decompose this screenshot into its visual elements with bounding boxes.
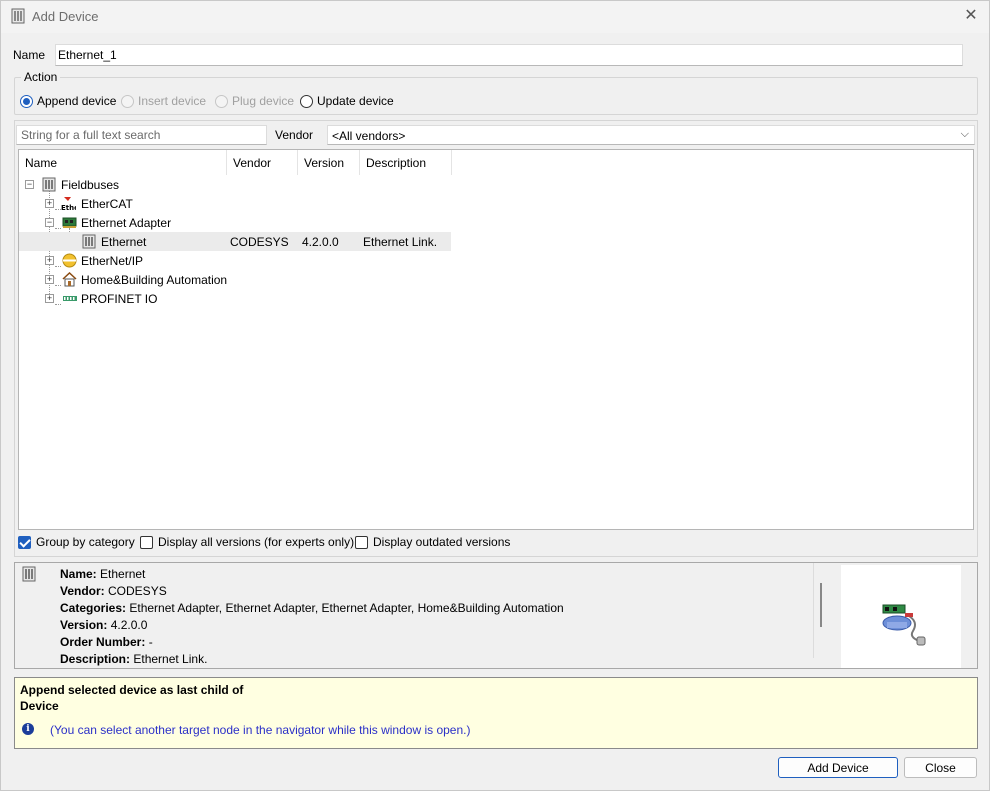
tree-row-selected[interactable]: Ethernet CODESYS 4.2.0.0 Ethernet Link.	[19, 232, 451, 251]
tree-item-label: Home&Building Automation	[81, 273, 228, 287]
info-description: Description: Ethernet Link.	[60, 652, 208, 666]
ethercat-icon: EtherCAT	[61, 197, 76, 211]
collapse-icon[interactable]: −	[25, 180, 34, 189]
name-label: Name	[13, 48, 46, 62]
column-header-version[interactable]: Version	[298, 150, 360, 175]
tree-item-label: EtherCAT	[81, 197, 133, 211]
device-icon	[11, 8, 25, 24]
tree-item-version: 4.2.0.0	[302, 235, 339, 249]
collapse-icon[interactable]: −	[45, 218, 54, 227]
tree-item-label: Fieldbuses	[61, 178, 120, 192]
action-group: Action Append device Insert device Plug …	[14, 70, 978, 115]
info-scrollbar-thumb[interactable]	[820, 583, 822, 627]
append-hint-panel: Append selected device as last child of …	[14, 677, 978, 749]
radio-selected-icon	[20, 94, 33, 108]
update-device-radio[interactable]: Update device	[300, 94, 394, 108]
profinet-icon	[63, 296, 77, 301]
action-legend: Action	[21, 70, 61, 84]
vendor-selected-value: <All vendors>	[332, 129, 406, 143]
radio-disabled-icon	[215, 94, 228, 108]
vendor-select[interactable]: <All vendors> ⌵	[327, 125, 975, 145]
add-device-dialog: Add Device ✕ Name Action Append device I…	[0, 0, 990, 791]
checkbox-checked-icon	[18, 535, 31, 549]
tree-item-vendor: CODESYS	[230, 235, 289, 249]
close-icon[interactable]: ✕	[963, 7, 979, 25]
tree-row[interactable]: + PROFINET IO	[19, 289, 451, 308]
append-device-radio[interactable]: Append device	[20, 94, 116, 108]
info-scrollbar-track[interactable]	[813, 563, 814, 658]
device-icon	[22, 566, 36, 582]
tree-row[interactable]: − Fieldbuses	[19, 175, 451, 194]
tree-item-label: EtherNet/IP	[81, 254, 144, 268]
radio-disabled-icon	[121, 94, 134, 108]
hint-line-2: Device	[20, 699, 59, 713]
tree-item-description: Ethernet Link.	[363, 235, 438, 249]
home-icon	[62, 272, 77, 287]
info-name: Name: Ethernet	[60, 567, 146, 581]
checkbox-icon	[355, 535, 368, 549]
chevron-down-icon: ⌵	[960, 128, 969, 140]
group-by-category-checkbox[interactable]: Group by category	[18, 535, 135, 549]
device-tree[interactable]: Name Vendor Version Description − Fieldb…	[18, 149, 974, 530]
tree-row[interactable]: − Ethernet Adapter	[19, 213, 451, 232]
info-icon: i	[22, 723, 34, 735]
ethernetip-icon	[62, 253, 77, 268]
tree-item-label: PROFINET IO	[81, 292, 158, 306]
info-order-number: Order Number: -	[60, 635, 153, 649]
device-preview-image	[841, 565, 961, 668]
tree-item-label: Ethernet	[101, 235, 147, 249]
close-button[interactable]: Close	[904, 757, 977, 778]
checkbox-icon	[140, 535, 153, 549]
tree-row[interactable]: + EtherCAT EtherCAT	[19, 194, 451, 213]
column-header-description[interactable]: Description	[360, 150, 452, 175]
tree-item-label: Ethernet Adapter	[81, 216, 172, 230]
svg-text:EtherCAT: EtherCAT	[61, 204, 76, 211]
name-input[interactable]	[55, 44, 963, 66]
expand-icon[interactable]: +	[45, 275, 54, 284]
ethernet-adapter-icon	[62, 217, 77, 228]
column-header-name[interactable]: Name	[19, 150, 227, 175]
hint-line-1: Append selected device as last child of	[20, 683, 244, 697]
add-device-button[interactable]: Add Device	[778, 757, 898, 778]
expand-icon[interactable]: +	[45, 294, 54, 303]
tree-row[interactable]: + Home&Building Automation	[19, 270, 451, 289]
info-categories: Categories: Ethernet Adapter, Ethernet A…	[60, 601, 564, 615]
plug-device-radio[interactable]: Plug device	[215, 94, 294, 108]
display-all-versions-checkbox[interactable]: Display all versions (for experts only)	[140, 535, 354, 549]
vendor-label: Vendor	[275, 128, 314, 142]
device-icon	[82, 234, 96, 249]
info-vendor: Vendor: CODESYS	[60, 584, 167, 598]
network-card-icon	[882, 604, 926, 646]
radio-icon	[300, 94, 313, 108]
window-title: Add Device	[32, 9, 99, 24]
fieldbus-icon	[42, 177, 56, 192]
search-input[interactable]	[16, 125, 267, 145]
expand-icon[interactable]: +	[45, 199, 54, 208]
title-bar: Add Device ✕	[1, 1, 989, 33]
column-header-vendor[interactable]: Vendor	[227, 150, 298, 175]
device-info-panel: Name: Ethernet Vendor: CODESYS Categorie…	[14, 562, 978, 669]
info-version: Version: 4.2.0.0	[60, 618, 148, 632]
tree-row[interactable]: + EtherNet/IP	[19, 251, 451, 270]
insert-device-radio[interactable]: Insert device	[121, 94, 206, 108]
hint-note: (You can select another target node in t…	[50, 723, 471, 737]
expand-icon[interactable]: +	[45, 256, 54, 265]
display-outdated-versions-checkbox[interactable]: Display outdated versions	[355, 535, 510, 549]
